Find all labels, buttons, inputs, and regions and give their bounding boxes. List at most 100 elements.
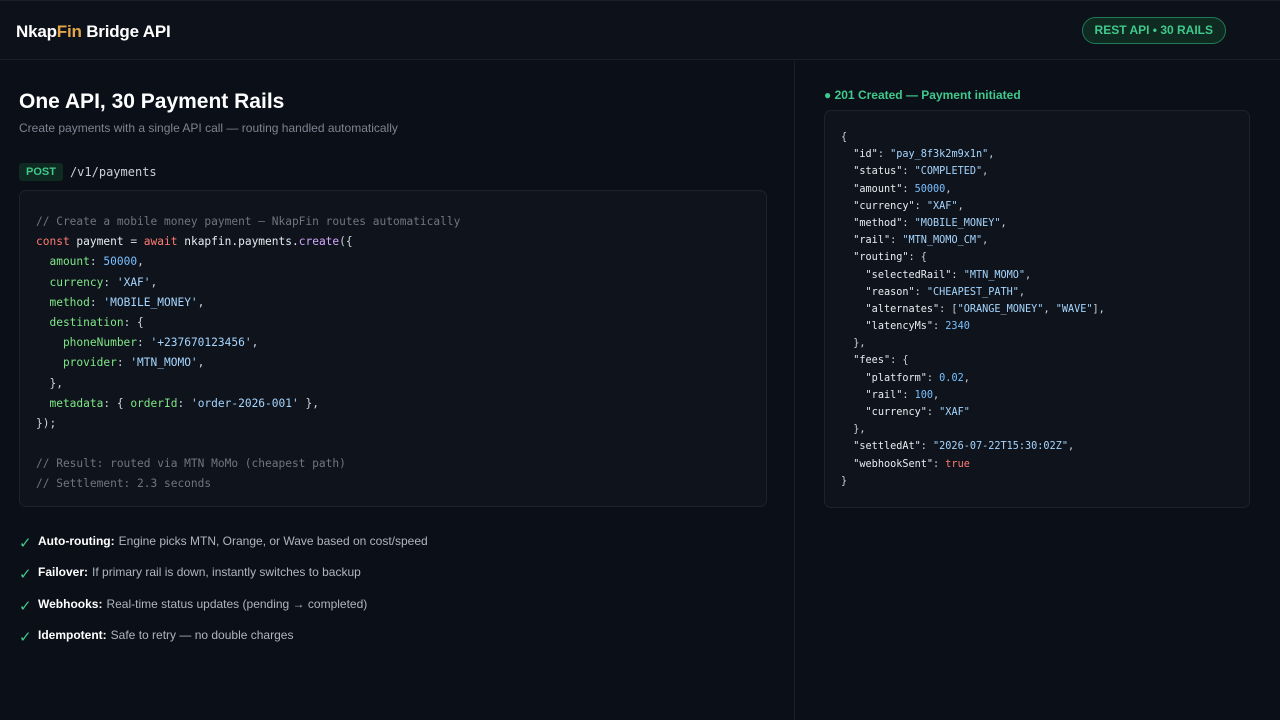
response-status: ● 201 Created — Payment initiated xyxy=(824,88,1021,102)
json-line: "reason": "CHEAPEST_PATH", xyxy=(865,286,1026,298)
code-token: create xyxy=(298,235,340,249)
feature-text: Real-time status updates (pending → comp… xyxy=(106,596,368,611)
check-icon: ✓ xyxy=(19,566,32,584)
feature-item: ✓ Idempotent: Safe to retry — no double … xyxy=(19,620,428,652)
json-value: "CHEAPEST_PATH" xyxy=(926,286,1019,298)
code-token: payment xyxy=(69,235,131,249)
code-line: destination: { xyxy=(36,313,750,333)
json-value: 50000 xyxy=(914,183,946,195)
json-line: "rail": 100, xyxy=(865,389,940,401)
json-value: 100 xyxy=(914,389,934,401)
code-token: 'XAF' xyxy=(116,275,151,289)
code-token: amount xyxy=(36,255,90,269)
json-line: }, xyxy=(841,338,866,350)
feature-label: Webhooks: xyxy=(38,596,103,611)
top-header: NkapFin Bridge API REST API • 30 RAILS xyxy=(0,0,1280,60)
code-token: orderId xyxy=(130,396,178,410)
code-token: metadata xyxy=(36,396,104,410)
json-value: "MTN_MOMO_CM" xyxy=(902,235,983,247)
code-token: destination xyxy=(36,315,124,329)
code-token: const xyxy=(36,235,70,249)
code-token: : { xyxy=(123,315,144,329)
json-line: "currency": "XAF", xyxy=(853,200,964,212)
brand-suffix: Bridge API xyxy=(81,22,171,41)
json-line: "webhookSent": true xyxy=(853,458,970,470)
code-line: amount: 50000, xyxy=(36,255,144,269)
json-line: { xyxy=(841,132,848,143)
json-line: "rail": "MTN_MOMO_CM", xyxy=(853,235,989,247)
json-line: "platform": 0.02, xyxy=(865,372,970,384)
code-token: '+237670123456' xyxy=(150,336,252,350)
json-line: "status": "COMPLETED", xyxy=(853,166,989,178)
json-value: 2340 xyxy=(945,321,970,333)
check-icon: ✓ xyxy=(19,597,32,615)
code-comment: // Settlement: 2.3 seconds xyxy=(36,477,212,491)
json-value: true xyxy=(945,458,970,470)
response-json: { "id": "pay_8f3k2m9x1n", "status": "COM… xyxy=(824,110,1250,508)
code-token: phoneNumber xyxy=(36,336,138,350)
json-value: 0.02 xyxy=(939,372,964,384)
code-line: }, xyxy=(36,376,63,390)
json-line: "latencyMs": 2340 xyxy=(865,321,970,333)
code-token: ({ xyxy=(339,235,353,249)
code-token: nkapfin.payments. xyxy=(177,235,299,249)
code-token: currency xyxy=(36,275,104,289)
code-comment: // Create a mobile money payment — NkapF… xyxy=(36,215,461,228)
feature-item: ✓ Webhooks: Real-time status updates (pe… xyxy=(19,588,428,620)
left-panel: One API, 30 Payment Rails Create payment… xyxy=(0,61,795,720)
json-value: "pay_8f3k2m9x1n" xyxy=(890,149,989,161)
json-value: "MOBILE_MONEY" xyxy=(914,217,1001,229)
json-line: }, xyxy=(841,424,866,436)
json-value: "COMPLETED" xyxy=(914,166,983,178)
brand-logo[interactable]: NkapFin Bridge API xyxy=(16,22,171,42)
code-token: method xyxy=(36,295,90,309)
json-value: "XAF" xyxy=(926,200,958,212)
code-line: method: 'MOBILE_MONEY', xyxy=(36,295,205,309)
code-comment: // Result: routed via MTN MoMo (cheapest… xyxy=(36,457,346,471)
code-line: provider: 'MTN_MOMO', xyxy=(36,356,205,370)
feature-text: Engine picks MTN, Orange, or Wave based … xyxy=(118,533,428,548)
json-line: "id": "pay_8f3k2m9x1n", xyxy=(853,149,995,161)
code-token: 'MOBILE_MONEY' xyxy=(103,295,198,309)
code-token: provider xyxy=(36,356,117,370)
http-method-badge: POST xyxy=(19,163,63,181)
response-panel: ● 201 Created — Payment initiated { "id"… xyxy=(796,61,1280,720)
json-line: "fees": { xyxy=(853,355,909,367)
page-subtitle: Create payments with a single API call —… xyxy=(19,121,398,135)
json-value: "2026-07-22T15:30:02Z" xyxy=(933,441,1068,453)
check-icon: ✓ xyxy=(19,629,32,647)
json-line: "alternates": ["ORANGE_MONEY", "WAVE"], xyxy=(865,303,1105,315)
code-example: // Create a mobile money payment — NkapF… xyxy=(19,190,767,507)
rails-badge: REST API • 30 RAILS xyxy=(1081,17,1226,44)
code-token: 'order-2026-001' xyxy=(190,396,299,410)
code-token: 'MTN_MOMO' xyxy=(130,356,198,370)
feature-label: Failover: xyxy=(38,565,89,580)
json-value: "ORANGE_MONEY" xyxy=(957,303,1044,315)
feature-text: Safe to retry — no double charges xyxy=(110,628,294,643)
code-token: 50000 xyxy=(103,255,138,269)
endpoint-path: /v1/payments xyxy=(69,165,157,179)
code-line: currency: 'XAF', xyxy=(36,275,158,289)
code-token: : { xyxy=(103,396,131,410)
json-line: "routing": { xyxy=(853,252,927,264)
brand-accent: Fin xyxy=(56,22,82,41)
json-line: "selectedRail": "MTN_MOMO", xyxy=(865,269,1032,281)
json-value: "MTN_MOMO" xyxy=(963,269,1026,281)
check-icon: ✓ xyxy=(19,534,32,552)
feature-label: Idempotent: xyxy=(38,628,107,643)
code-line: }); xyxy=(36,416,57,430)
feature-list: ✓ Auto-routing: Engine picks MTN, Orange… xyxy=(19,525,428,651)
json-line: "amount": 50000, xyxy=(853,183,952,195)
code-token: await xyxy=(143,235,178,249)
code-token: = xyxy=(130,235,144,249)
json-line: "method": "MOBILE_MONEY", xyxy=(853,217,1007,229)
code-line: metadata: { orderId: 'order-2026-001' }, xyxy=(36,396,319,410)
json-value: "WAVE" xyxy=(1055,303,1093,315)
json-line: "settledAt": "2026-07-22T15:30:02Z", xyxy=(853,441,1075,453)
feature-label: Auto-routing: xyxy=(38,533,115,548)
json-line: "currency": "XAF" xyxy=(865,407,970,418)
page-title: One API, 30 Payment Rails xyxy=(19,90,285,113)
feature-item: ✓ Auto-routing: Engine picks MTN, Orange… xyxy=(19,525,428,557)
code-token: }, xyxy=(298,396,319,410)
